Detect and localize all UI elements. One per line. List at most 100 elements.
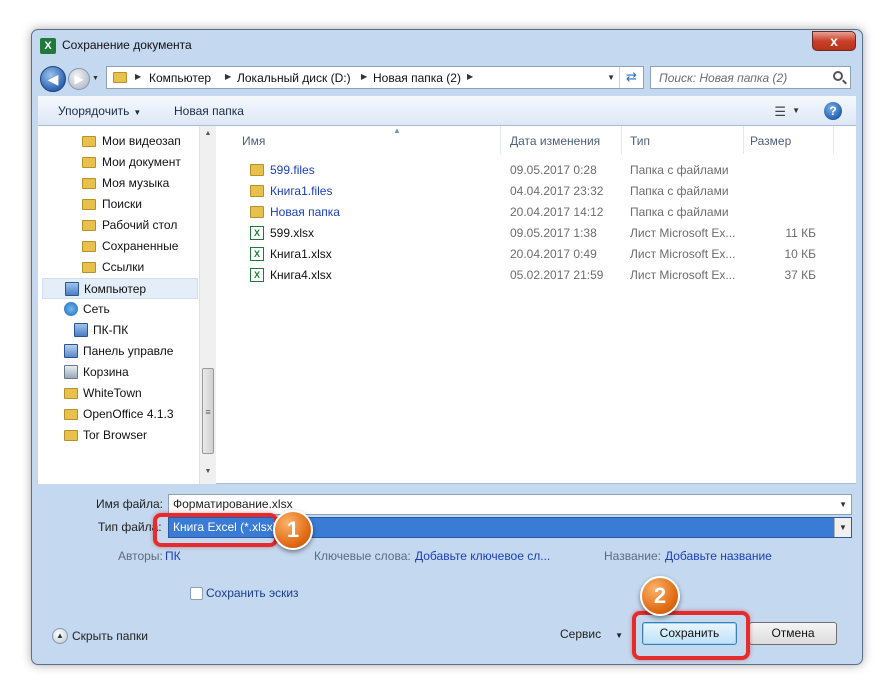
- sidebar-scrollbar[interactable]: ▲ ≡ ▼: [199, 126, 216, 484]
- service-label: Сервис: [560, 627, 602, 641]
- hide-folders-button[interactable]: Скрыть папки: [72, 629, 148, 643]
- breadcrumb-chevron-icon[interactable]: ▶: [225, 72, 231, 81]
- sidebar-item-desktop[interactable]: Рабочий стол: [68, 215, 196, 236]
- file-type: Лист Microsoft Ex...: [630, 268, 736, 282]
- cancel-button[interactable]: Отмена: [749, 622, 837, 645]
- folder-icon: [82, 199, 96, 210]
- sidebar-item-tor-browser[interactable]: Tor Browser: [42, 425, 198, 446]
- sidebar-item-videos[interactable]: Мои видеозап: [68, 131, 196, 152]
- folder-icon: [113, 72, 127, 83]
- sidebar-item-network[interactable]: Сеть: [42, 299, 198, 320]
- recent-pages-dropdown[interactable]: ▼: [92, 75, 99, 82]
- sidebar-item-computer[interactable]: Компьютер: [42, 278, 198, 299]
- breadcrumb-new-folder-2[interactable]: Новая папка (2): [373, 71, 461, 85]
- filename-value: Форматирование.xlsx: [173, 497, 293, 511]
- chevron-up-icon[interactable]: ▲: [52, 628, 68, 644]
- excel-icon: X: [40, 38, 56, 54]
- forward-button[interactable]: ▶: [68, 68, 90, 90]
- file-row[interactable]: X 599.xlsx 09.05.2017 1:38 Лист Microsof…: [216, 223, 856, 244]
- chevron-down-icon[interactable]: ▼: [839, 500, 847, 509]
- file-name: 599.xlsx: [270, 226, 315, 240]
- address-dropdown[interactable]: ▼: [607, 73, 615, 82]
- scroll-down-icon[interactable]: ▼: [200, 464, 216, 480]
- file-row[interactable]: Книга1.files 04.04.2017 23:32 Папка с фа…: [216, 181, 856, 202]
- file-list: Имя ▲ Дата изменения Тип Размер 599.files…: [216, 126, 856, 484]
- network-icon: [64, 302, 78, 316]
- excel-file-icon: X: [250, 226, 264, 240]
- service-button[interactable]: Сервис ▼: [560, 627, 623, 641]
- column-header-type[interactable]: Тип: [624, 126, 744, 154]
- sidebar-item-label: Сохраненные: [102, 239, 179, 253]
- save-dialog: X Сохранение документа x ◀ ▶ ▼ ▶ Компьют…: [31, 29, 863, 665]
- sidebar-item-saved[interactable]: Сохраненные: [68, 236, 196, 257]
- step-2-badge: 2: [640, 576, 680, 616]
- keywords-label: Ключевые слова:: [314, 549, 411, 563]
- sidebar-item-whitetown[interactable]: WhiteTown: [42, 383, 198, 404]
- sidebar-item-label: Мои документ: [102, 155, 181, 169]
- folder-icon: [250, 185, 264, 197]
- sidebar-item-openoffice[interactable]: OpenOffice 4.1.3: [42, 404, 198, 425]
- search-input[interactable]: Поиск: Новая папка (2): [650, 66, 851, 89]
- save-thumbnail-label[interactable]: Сохранить эскиз: [206, 586, 299, 600]
- scrollbar-thumb[interactable]: ≡: [202, 368, 214, 454]
- view-options-icon[interactable]: ☰: [774, 104, 786, 120]
- refresh-button[interactable]: ⇄: [619, 67, 643, 88]
- navigation-bar: ◀ ▶ ▼ ▶ Компьютер ▶ Локальный диск (D:) …: [38, 62, 856, 96]
- file-size: 10 КБ: [784, 247, 816, 261]
- breadcrumb-chevron-icon[interactable]: ▶: [135, 72, 141, 81]
- sidebar-item-label: Мои видеозап: [102, 134, 181, 148]
- sidebar-item-label: Сеть: [83, 302, 110, 316]
- new-folder-button[interactable]: Новая папка: [174, 104, 244, 118]
- filename-input[interactable]: Форматирование.xlsx ▼: [168, 494, 852, 515]
- chevron-down-icon[interactable]: ▼: [834, 518, 851, 537]
- file-date: 20.04.2017 14:12: [510, 205, 604, 219]
- keywords-value[interactable]: Добавьте ключевое сл...: [415, 549, 550, 563]
- column-header-date[interactable]: Дата изменения: [504, 126, 622, 154]
- file-row[interactable]: X Книга1.xlsx 20.04.2017 0:49 Лист Micro…: [216, 244, 856, 265]
- address-bar[interactable]: ▶ Компьютер ▶ Локальный диск (D:) ▶ Нова…: [106, 66, 644, 89]
- title-value[interactable]: Добавьте название: [665, 549, 772, 563]
- navigation-sidebar: Мои видеозап Мои документ Моя музыка Пои…: [38, 126, 199, 484]
- breadcrumb-chevron-icon[interactable]: ▶: [467, 72, 473, 81]
- filetype-highlight: [153, 513, 278, 547]
- sidebar-item-control-panel[interactable]: Панель управле: [42, 341, 198, 362]
- sidebar-item-label: Tor Browser: [83, 428, 148, 442]
- authors-value[interactable]: ПК: [165, 549, 181, 563]
- breadcrumb-local-disk[interactable]: Локальный диск (D:): [237, 71, 351, 85]
- sidebar-item-documents[interactable]: Мои документ: [68, 152, 196, 173]
- back-button[interactable]: ◀: [40, 66, 66, 92]
- organize-button[interactable]: Упорядочить ▼: [58, 104, 141, 118]
- sidebar-item-searches[interactable]: Поиски: [68, 194, 196, 215]
- file-date: 09.05.2017 0:28: [510, 163, 597, 177]
- save-thumbnail-checkbox[interactable]: [190, 587, 203, 600]
- close-button[interactable]: x: [812, 31, 856, 51]
- file-row[interactable]: X Книга4.xlsx 05.02.2017 21:59 Лист Micr…: [216, 265, 856, 286]
- view-dropdown[interactable]: ▼: [792, 106, 800, 115]
- file-row[interactable]: Новая папка 20.04.2017 14:12 Папка с фай…: [216, 202, 856, 223]
- file-date: 05.02.2017 21:59: [510, 268, 604, 282]
- file-row[interactable]: 599.files 09.05.2017 0:28 Папка с файлам…: [216, 160, 856, 181]
- sidebar-item-label: Корзина: [83, 365, 129, 379]
- folder-icon: [64, 409, 78, 420]
- sidebar-item-recycle-bin[interactable]: Корзина: [42, 362, 198, 383]
- sidebar-item-links[interactable]: Ссылки: [68, 257, 196, 278]
- file-type: Папка с файлами: [630, 163, 729, 177]
- search-icon[interactable]: [833, 71, 843, 81]
- file-size: 37 КБ: [784, 268, 816, 282]
- window-title: Сохранение документа: [62, 38, 192, 52]
- column-header-name[interactable]: Имя ▲: [236, 126, 501, 154]
- browser-pane: Мои видеозап Мои документ Моя музыка Пои…: [38, 126, 856, 484]
- breadcrumb-computer[interactable]: Компьютер: [149, 71, 211, 85]
- help-icon[interactable]: ?: [824, 102, 842, 120]
- sidebar-item-label: OpenOffice 4.1.3: [83, 407, 174, 421]
- folder-icon: [82, 262, 96, 273]
- file-name: Книга1.xlsx: [270, 247, 332, 261]
- sidebar-item-pc[interactable]: ПК-ПК: [52, 320, 198, 341]
- breadcrumb-chevron-icon[interactable]: ▶: [361, 72, 367, 81]
- sidebar-item-music[interactable]: Моя музыка: [68, 173, 196, 194]
- file-name: Новая папка: [270, 205, 340, 219]
- sidebar-item-label: ПК-ПК: [93, 323, 129, 337]
- file-name: 599.files: [270, 163, 315, 177]
- scroll-up-icon[interactable]: ▲: [200, 126, 216, 142]
- column-header-size[interactable]: Размер: [744, 126, 834, 154]
